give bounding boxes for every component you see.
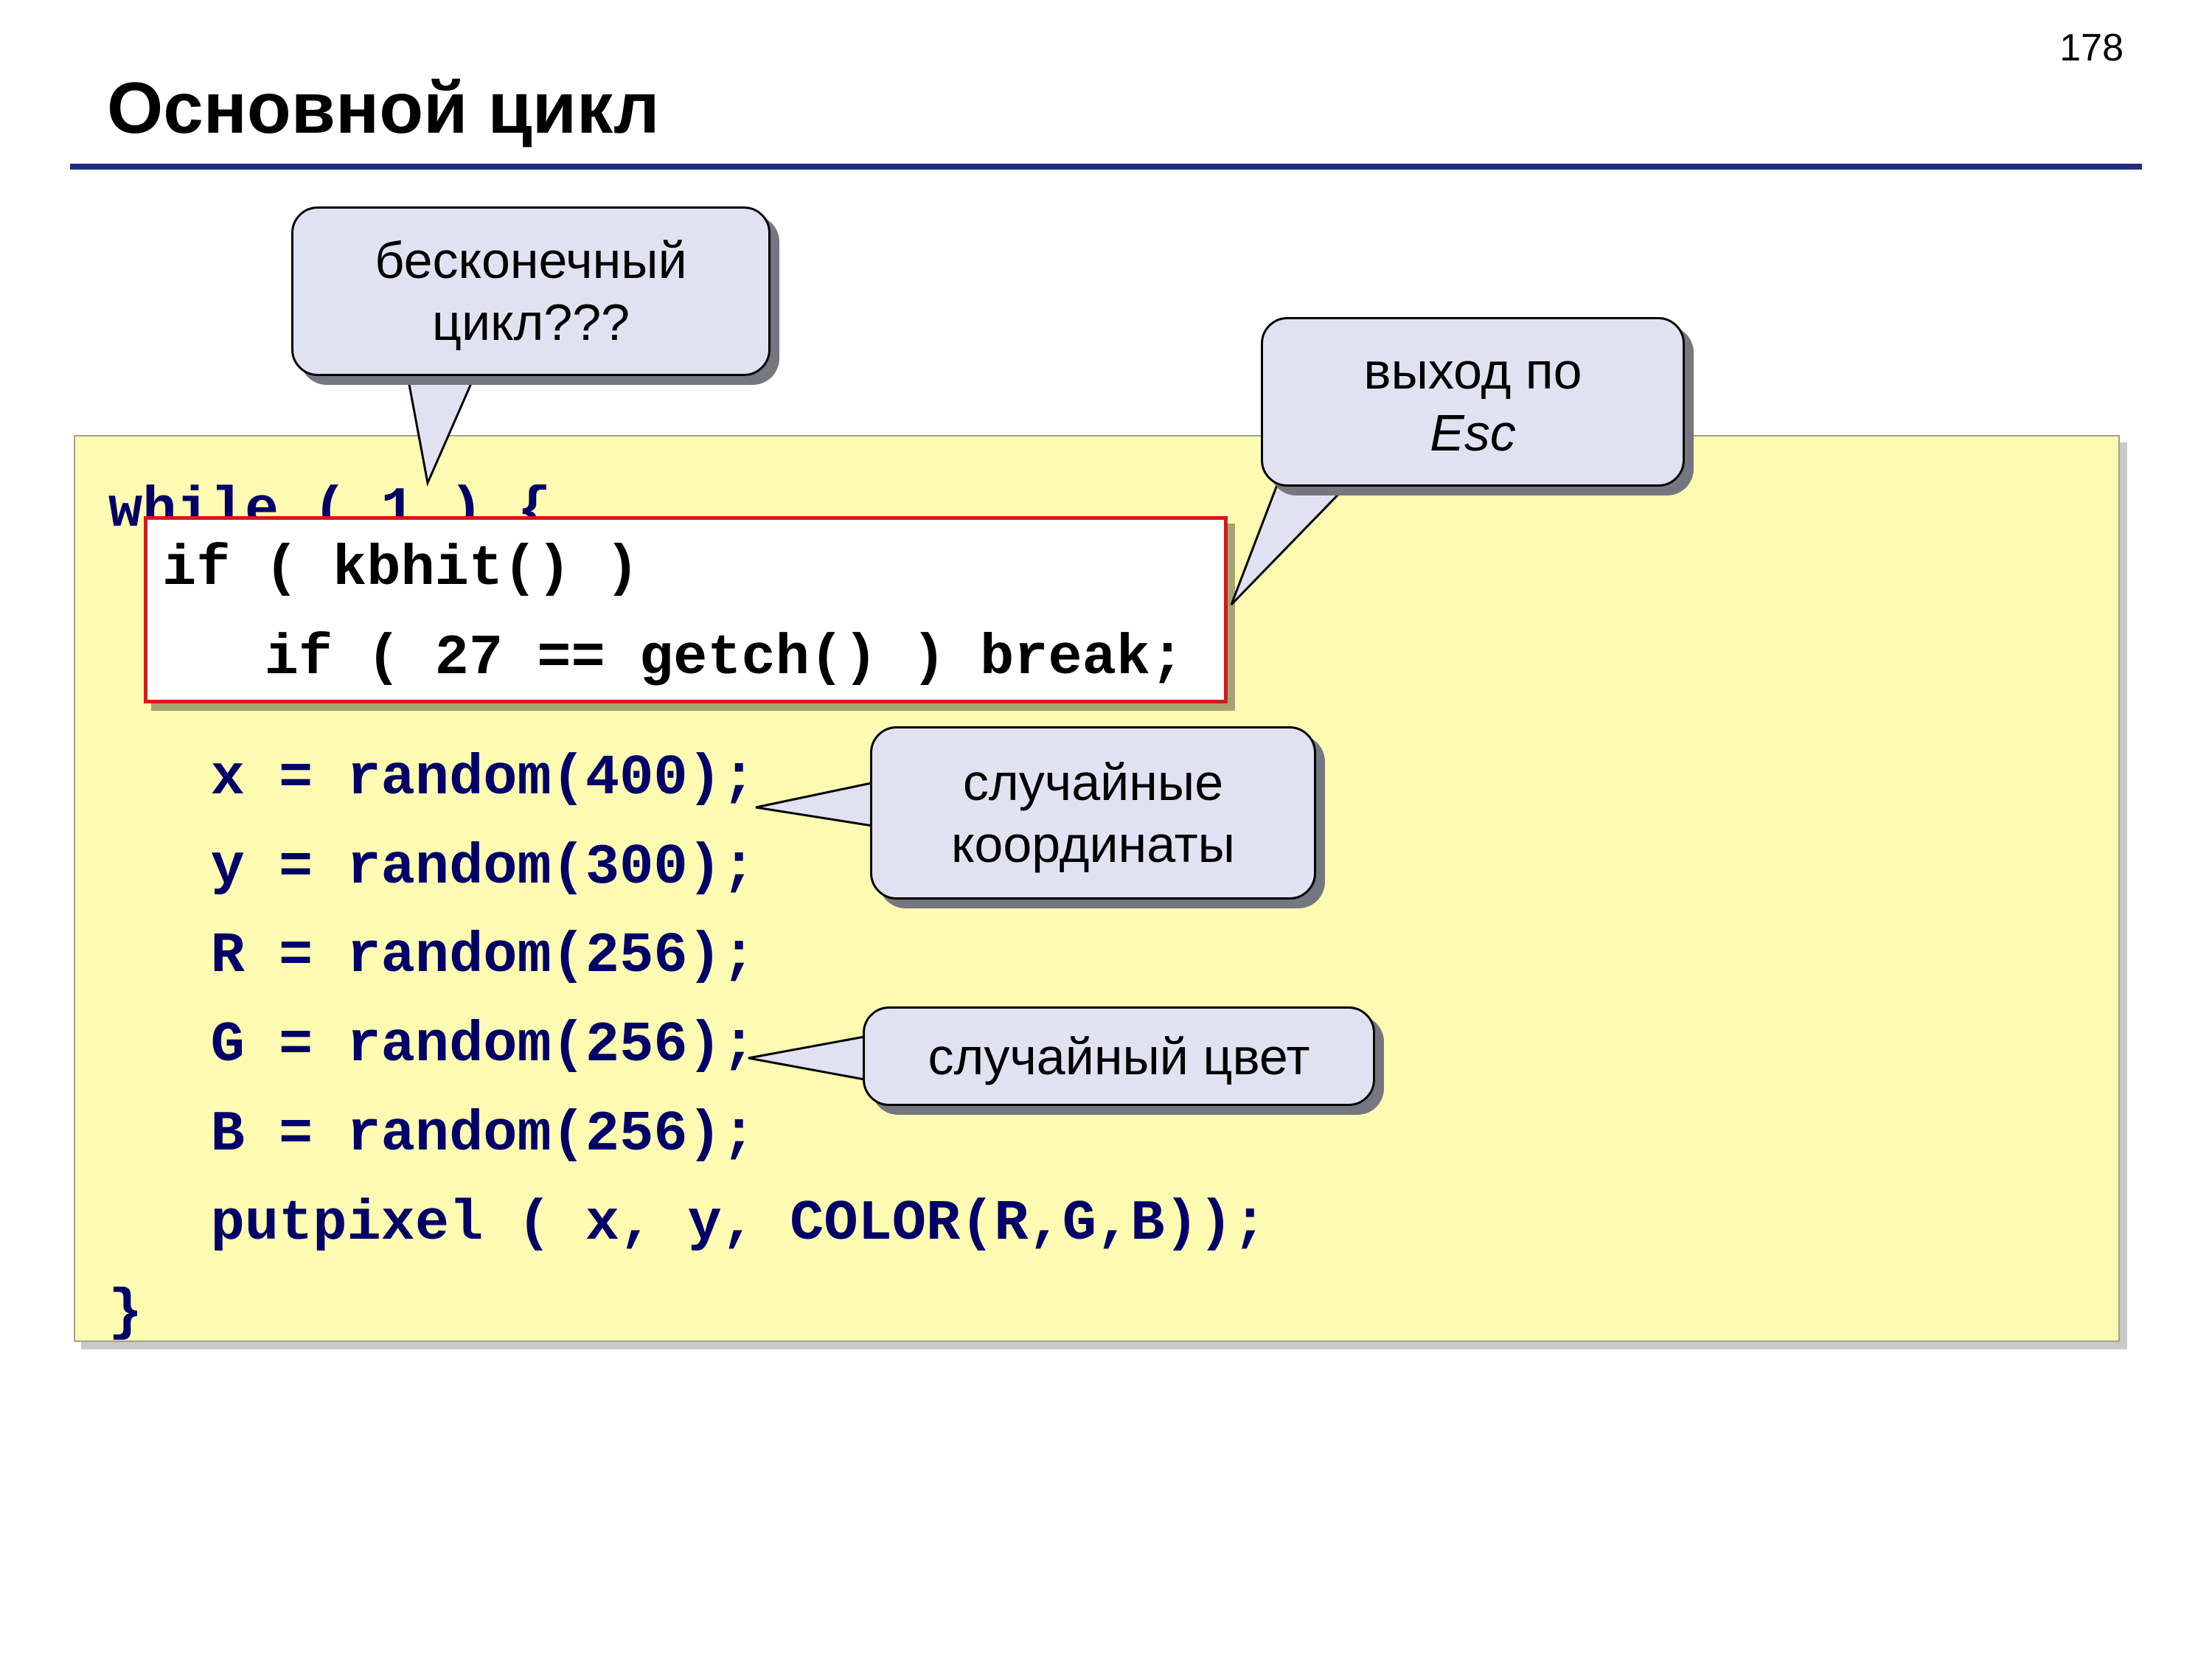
slide-title: Основной цикл xyxy=(107,66,660,150)
callout-text: бесконечный xyxy=(375,229,686,291)
page-number: 178 xyxy=(2059,26,2124,70)
code-line: R = random(256); xyxy=(108,913,2085,1002)
code-line: } xyxy=(108,1270,2085,1359)
callout-text: выход по xyxy=(1363,340,1582,402)
callout-infinite-loop: бесконечный цикл??? xyxy=(291,206,771,376)
callout-random-color: случайный цвет xyxy=(863,1006,1375,1106)
callout-text: цикл??? xyxy=(432,291,630,353)
title-underline xyxy=(70,164,2142,170)
callout-random-coords: случайные координаты xyxy=(870,726,1316,900)
callout-text: случайный цвет xyxy=(928,1026,1310,1088)
code-line: if ( 27 == getch() ) break; xyxy=(162,615,1209,704)
callout-text: случайные xyxy=(963,751,1223,813)
highlight-box-esc: if ( kbhit() ) if ( 27 == getch() ) brea… xyxy=(144,516,1228,703)
callout-text: Esc xyxy=(1430,402,1516,464)
callout-exit-esc: выход по Esc xyxy=(1261,317,1685,487)
code-line: putpixel ( x, y, COLOR(R,G,B)); xyxy=(108,1180,2085,1270)
callout-text: координаты xyxy=(951,813,1235,875)
code-line: if ( kbhit() ) xyxy=(162,526,1209,615)
